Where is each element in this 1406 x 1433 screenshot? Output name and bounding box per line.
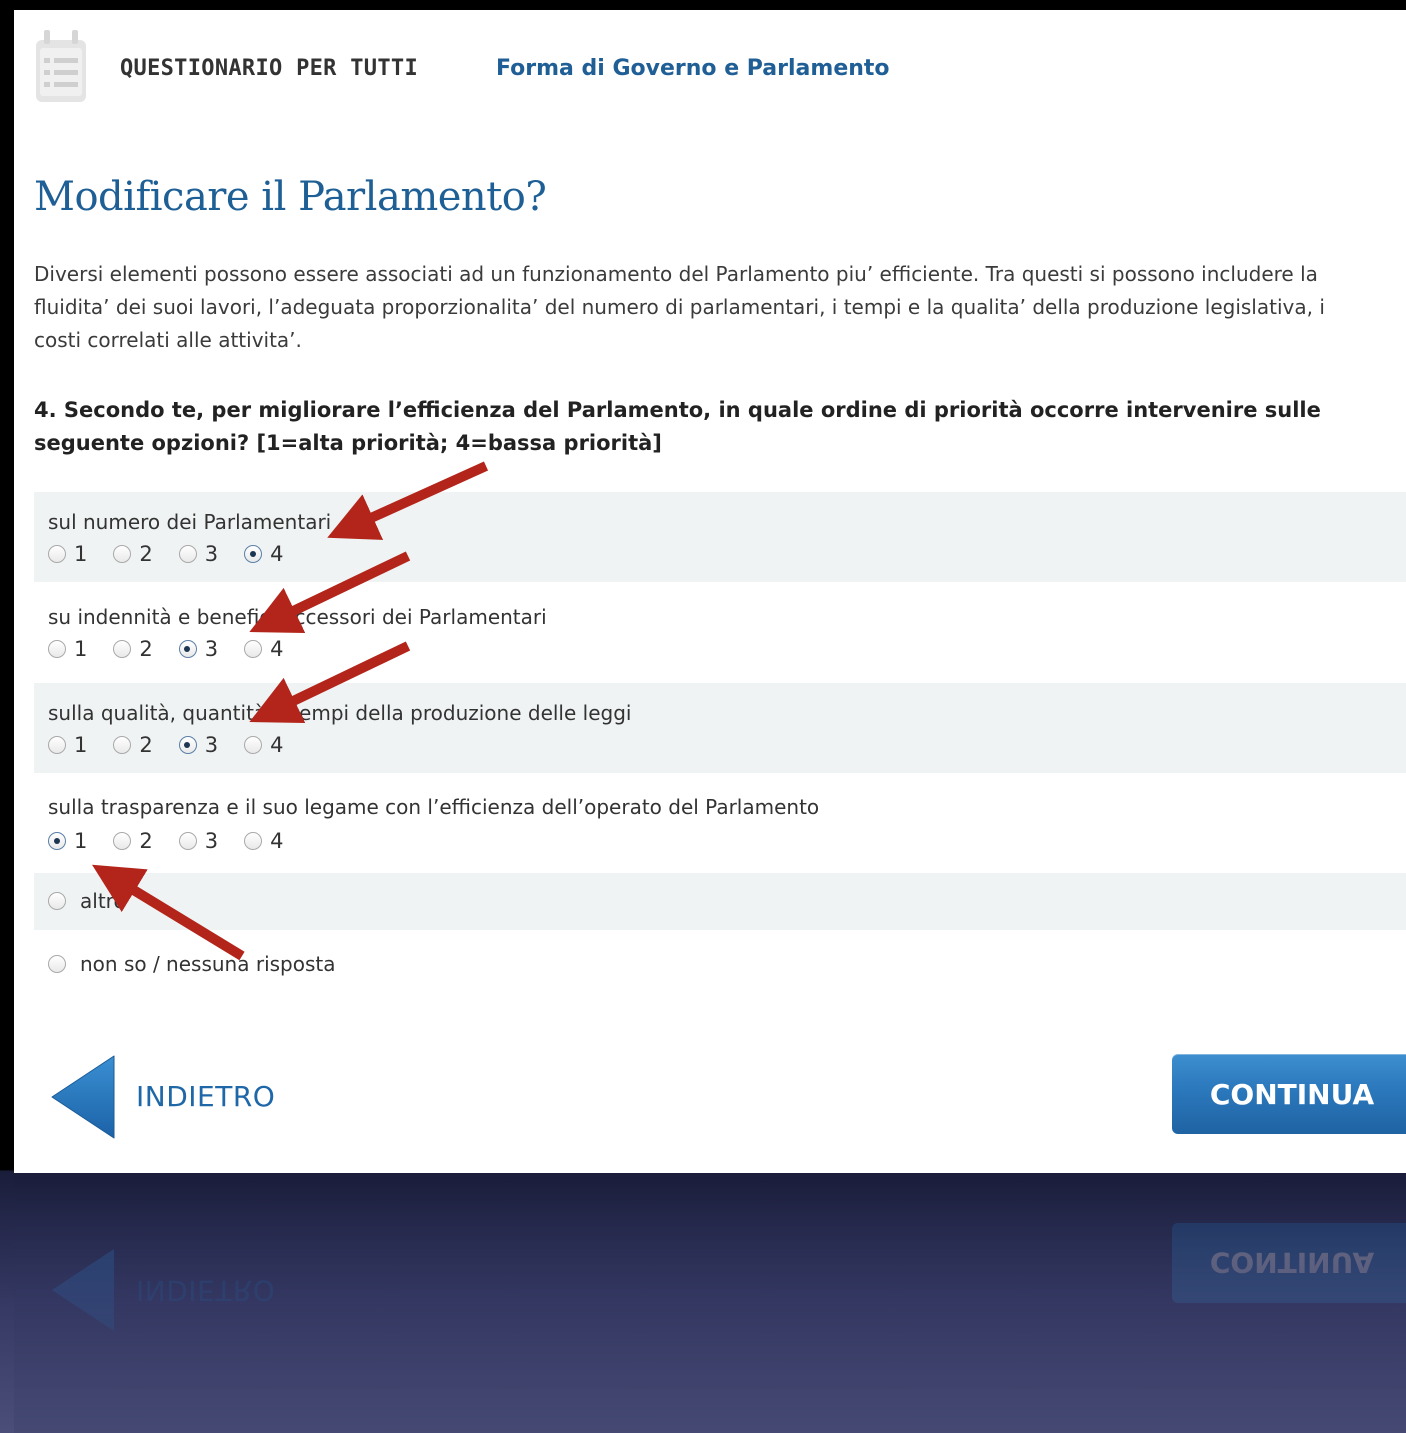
option-label: 2 [139, 542, 153, 566]
option-label: 3 [204, 637, 219, 661]
radio-button[interactable] [113, 832, 132, 850]
priority-option-1[interactable]: 1 [48, 542, 87, 566]
priority-option-1[interactable]: 1 [48, 733, 87, 757]
option-label: 1 [74, 542, 88, 566]
back-label: INDIETRO [136, 1080, 276, 1113]
option-label: 2 [139, 733, 153, 757]
priority-option-4[interactable]: 4 [244, 542, 284, 566]
back-button[interactable]: INDIETRO [48, 1054, 348, 1140]
row-label: sulla trasparenza e il suo legame con l’… [48, 795, 820, 819]
row-label: sul numero dei Parlamentari [48, 510, 332, 534]
priority-option-3[interactable]: 3 [178, 542, 219, 566]
radio-button[interactable] [48, 736, 66, 754]
option-label: 4 [270, 637, 284, 661]
questionnaire-calendar-icon [34, 28, 94, 106]
radio-button[interactable] [48, 955, 66, 973]
option-label: 3 [204, 829, 219, 853]
intro-text: Diversi elementi possono essere associat… [34, 262, 1325, 352]
radio-button-checked[interactable] [244, 545, 263, 563]
option-label: 1 [74, 829, 88, 853]
no-answer-option-row: non so / nessuna risposta [34, 936, 1406, 992]
radio-button[interactable] [48, 640, 66, 658]
option-label: 3 [204, 733, 219, 757]
no-answer-option[interactable]: non so / nessuna risposta [48, 952, 336, 976]
radio-button[interactable] [244, 736, 263, 754]
priority-options: 1 2 3 4 [48, 829, 310, 853]
other-option[interactable]: altro [48, 889, 126, 913]
option-label: 2 [139, 829, 153, 853]
priority-option-1[interactable]: 1 [48, 637, 87, 661]
priority-row: sul numero dei Parlamentari 1 2 3 4 [34, 492, 1406, 582]
option-label: altro [80, 889, 126, 913]
option-label: 1 [74, 733, 88, 757]
back-arrow-icon [51, 1055, 115, 1139]
priority-option-4[interactable]: 4 [244, 829, 284, 853]
priority-row: su indennità e benefici accessori dei Pa… [34, 587, 1406, 679]
priority-option-3[interactable]: 3 [178, 637, 219, 661]
radio-button[interactable] [244, 832, 263, 850]
radio-button-checked[interactable] [178, 736, 197, 754]
priority-option-2[interactable]: 2 [113, 829, 153, 853]
radio-button[interactable] [244, 640, 263, 658]
option-label: 1 [74, 637, 88, 661]
radio-button[interactable] [113, 640, 132, 658]
radio-button[interactable] [113, 545, 132, 563]
priority-option-4[interactable]: 4 [244, 733, 284, 757]
option-label: non so / nessuna risposta [80, 952, 336, 976]
option-label: 4 [270, 733, 284, 757]
questionnaire-page: QUESTIONARIO PER TUTTI Forma di Governo … [14, 10, 1406, 1173]
priority-options: 1 2 3 4 [48, 542, 310, 566]
row-label: su indennità e benefici accessori dei Pa… [48, 605, 547, 629]
priority-options: 1 2 3 4 [48, 733, 310, 757]
radio-button[interactable] [178, 545, 197, 563]
priority-option-3[interactable]: 3 [178, 733, 219, 757]
question-text: 4. Secondo te, per migliorare l’efficien… [34, 398, 1321, 455]
option-label: 3 [204, 542, 219, 566]
priority-option-1[interactable]: 1 [48, 829, 87, 853]
priority-row: sulla qualità, quantità e tempi della pr… [34, 683, 1406, 773]
option-label: 2 [139, 637, 153, 661]
priority-option-2[interactable]: 2 [113, 733, 153, 757]
radio-button-checked[interactable] [178, 640, 197, 658]
reflection-fade [14, 1175, 1406, 1433]
priority-row: sulla trasparenza e il suo legame con l’… [34, 777, 1406, 871]
row-label: sulla qualità, quantità e tempi della pr… [48, 701, 632, 725]
priority-option-3[interactable]: 3 [178, 829, 219, 853]
option-label: 4 [270, 829, 284, 853]
priority-option-4[interactable]: 4 [244, 637, 284, 661]
page-title: Modificare il Parlamento? [34, 174, 547, 220]
section-title: Forma di Governo e Parlamento [496, 56, 890, 81]
radio-button[interactable] [48, 892, 66, 910]
priority-option-2[interactable]: 2 [113, 637, 153, 661]
radio-button-checked[interactable] [48, 832, 66, 850]
radio-button[interactable] [48, 545, 66, 563]
option-label: 4 [270, 542, 284, 566]
page-reflection: INDIETRO CONTINUA [14, 1175, 1406, 1433]
priority-option-2[interactable]: 2 [113, 542, 153, 566]
continue-button[interactable]: CONTINUA [1172, 1054, 1406, 1134]
radio-button[interactable] [178, 832, 197, 850]
brand-title: QUESTIONARIO PER TUTTI [120, 56, 418, 81]
priority-options: 1 2 3 4 [48, 637, 310, 661]
other-option-row: altro [34, 873, 1406, 930]
radio-button[interactable] [113, 736, 132, 754]
